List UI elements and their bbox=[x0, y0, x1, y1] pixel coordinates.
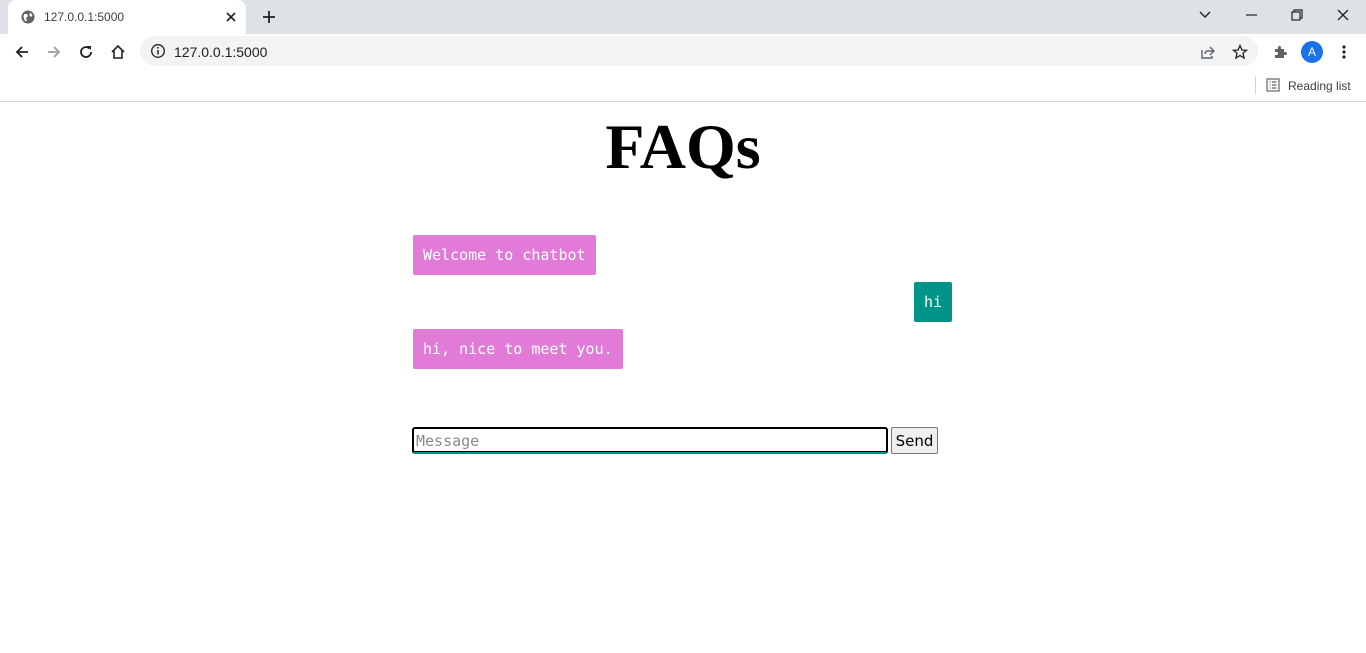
close-icon[interactable] bbox=[222, 8, 240, 26]
back-icon[interactable] bbox=[8, 38, 36, 66]
browser-tab[interactable]: 127.0.0.1:5000 bbox=[8, 0, 246, 34]
reload-icon[interactable] bbox=[72, 38, 100, 66]
browser-toolbar: 127.0.0.1:5000 A bbox=[0, 34, 1366, 70]
page-content: FAQs Welcome to chatbot hi hi, nice to m… bbox=[0, 103, 1366, 653]
reading-list-label: Reading list bbox=[1288, 79, 1351, 93]
reading-list-button[interactable]: Reading list bbox=[1266, 76, 1351, 96]
minimize-icon[interactable] bbox=[1228, 0, 1274, 30]
info-icon[interactable] bbox=[150, 43, 166, 59]
restore-icon[interactable] bbox=[1274, 0, 1320, 30]
send-button[interactable]: Send bbox=[891, 427, 938, 454]
bot-message: Welcome to chatbot bbox=[413, 235, 596, 275]
reading-list-icon bbox=[1266, 77, 1280, 95]
message-input[interactable] bbox=[412, 427, 888, 454]
profile-avatar[interactable]: A bbox=[1301, 41, 1323, 63]
tab-title: 127.0.0.1:5000 bbox=[44, 10, 125, 24]
new-tab-icon[interactable] bbox=[258, 6, 280, 28]
tab-search-icon[interactable] bbox=[1182, 0, 1228, 30]
bot-message: hi, nice to meet you. bbox=[413, 329, 623, 369]
bookmarks-divider bbox=[1255, 76, 1256, 94]
bookmarks-bar: Reading list bbox=[0, 70, 1366, 102]
tab-strip: 127.0.0.1:5000 bbox=[0, 0, 1366, 34]
menu-icon[interactable] bbox=[1330, 38, 1358, 66]
star-icon[interactable] bbox=[1231, 43, 1249, 61]
forward-icon[interactable] bbox=[40, 38, 68, 66]
url-text[interactable]: 127.0.0.1:5000 bbox=[174, 44, 267, 60]
address-bar[interactable]: 127.0.0.1:5000 bbox=[140, 36, 1258, 66]
user-message: hi bbox=[914, 282, 953, 322]
extensions-icon[interactable] bbox=[1266, 38, 1294, 66]
home-icon[interactable] bbox=[104, 38, 132, 66]
globe-icon bbox=[20, 9, 36, 25]
share-icon[interactable] bbox=[1199, 43, 1217, 61]
window-close-icon[interactable] bbox=[1320, 0, 1366, 30]
page-title: FAQs bbox=[605, 111, 761, 182]
